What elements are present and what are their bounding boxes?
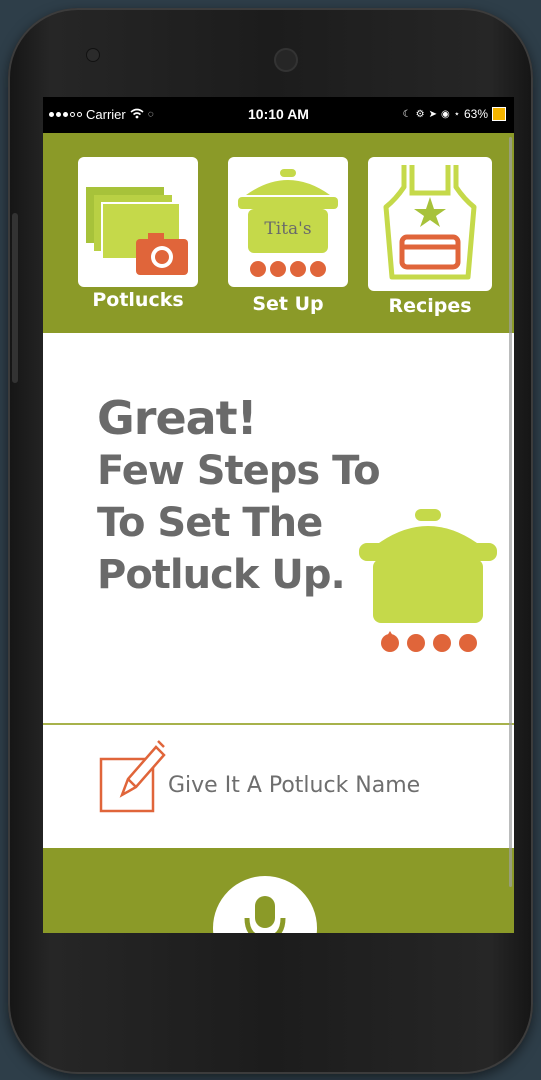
apron-icon (383, 165, 477, 280)
location-icon: ➤ (428, 108, 437, 120)
headline-great: Great! (97, 391, 258, 445)
status-right: ☾ ⚙ ➤ ◉ ⋆ 63% (403, 107, 506, 121)
microphone-button[interactable] (213, 876, 317, 933)
speaker-grille (86, 48, 100, 62)
pot-brand-label: Tita's (264, 219, 312, 239)
setup-label: Set Up (252, 293, 324, 315)
headline-line-3: To Set The (97, 500, 323, 546)
edit-icon (99, 740, 166, 813)
front-camera (274, 48, 298, 72)
headline-line-4: Potluck Up. (97, 552, 346, 598)
side-button (12, 213, 18, 383)
top-nav: Potlucks Tita's Set Up Recipes (43, 133, 514, 333)
battery-percent: 63% (463, 107, 488, 121)
section-divider (43, 723, 514, 725)
pot-illustration-icon (359, 509, 497, 652)
potlucks-label: Potlucks (92, 289, 184, 311)
lock-rotation-icon: ⚙ (415, 108, 425, 120)
setup-tile[interactable]: Tita's (228, 157, 348, 287)
moon-icon: ☾ (402, 108, 412, 120)
headline-line-2: Few Steps To (97, 448, 381, 494)
microphone-icon (244, 896, 286, 933)
photo-stack-icon (86, 187, 188, 275)
status-bar: Carrier ◌ 10:10 AM ☾ ⚙ ➤ ◉ ⋆ 63% (43, 97, 514, 133)
alarm-icon: ◉ (440, 108, 450, 120)
potluck-name-label: Give It A Potluck Name (168, 773, 421, 798)
app-screen: Carrier ◌ 10:10 AM ☾ ⚙ ➤ ◉ ⋆ 63% Potluck… (43, 97, 514, 933)
battery-icon (492, 107, 506, 121)
potlucks-tile[interactable] (78, 157, 198, 287)
bottom-bar (43, 848, 514, 933)
scrollbar[interactable] (509, 137, 512, 887)
recipes-tile[interactable] (368, 157, 492, 291)
bluetooth-icon: ⋆ (453, 108, 460, 120)
potluck-name-field[interactable]: Give It A Potluck Name (98, 737, 498, 817)
recipes-label: Recipes (388, 295, 472, 317)
headline: Great! Few Steps To To Set The Potluck U… (97, 391, 381, 601)
